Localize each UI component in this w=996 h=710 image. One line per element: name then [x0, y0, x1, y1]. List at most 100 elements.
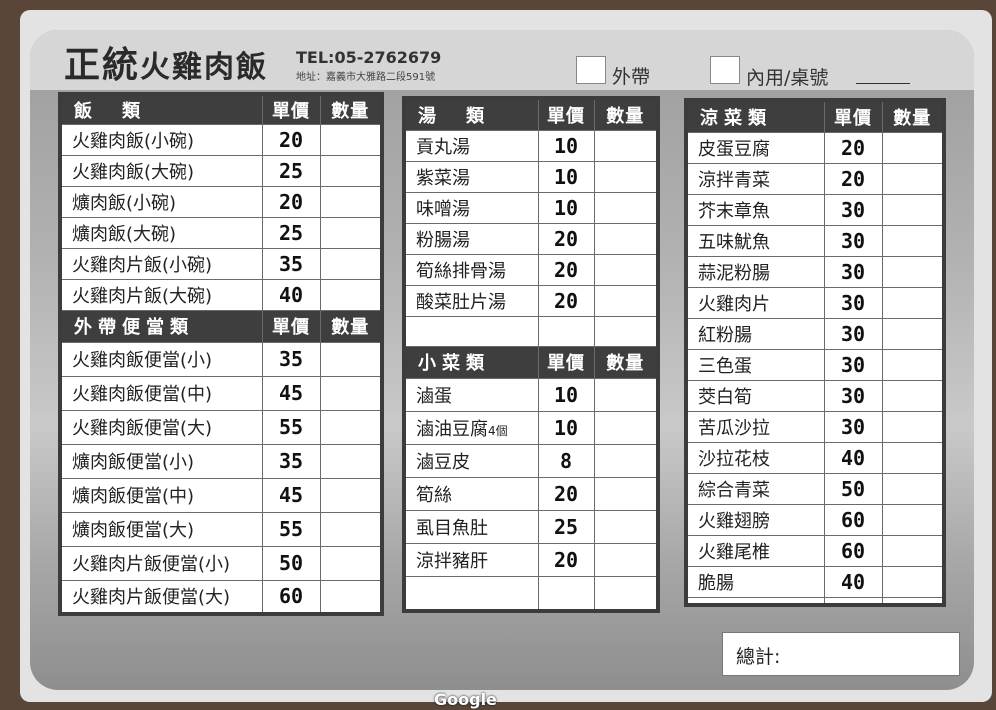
- item-price: 50: [261, 545, 321, 581]
- quantity-cell[interactable]: [319, 477, 383, 513]
- blank-cell: [403, 315, 539, 347]
- blank-cell[interactable]: [881, 596, 945, 606]
- quantity-cell[interactable]: [319, 216, 383, 249]
- quantity-cell[interactable]: [319, 409, 383, 445]
- section-title: 小菜類: [403, 345, 539, 379]
- blank-cell[interactable]: [593, 315, 659, 347]
- quantity-cell[interactable]: [881, 317, 945, 350]
- menu-item-row: 五味魷魚 30: [685, 224, 945, 257]
- quantity-cell[interactable]: [881, 379, 945, 412]
- item-name: 火雞肉飯便當(大): [59, 409, 263, 445]
- item-name: 火雞肉片飯(小碗): [59, 247, 263, 280]
- shop-phone: TEL:05-2762679: [296, 48, 442, 67]
- item-price: 20: [537, 476, 595, 511]
- item-name: 皮蛋豆腐: [685, 131, 825, 164]
- quantity-cell[interactable]: [593, 377, 659, 412]
- item-name-text: 滷豆皮: [416, 451, 470, 473]
- item-name-text: 滷油豆腐: [416, 418, 488, 440]
- menu-item-row: 爌肉飯(大碗) 25: [59, 216, 383, 249]
- item-price: 20: [823, 131, 883, 164]
- quantity-cell[interactable]: [319, 185, 383, 218]
- item-name-text: 紅粉腸: [698, 324, 752, 346]
- item-price: 55: [261, 409, 321, 445]
- quantity-cell[interactable]: [319, 154, 383, 187]
- item-price: 30: [823, 317, 883, 350]
- quantity-cell[interactable]: [881, 255, 945, 288]
- quantity-column-header: 數量: [881, 99, 945, 133]
- quantity-cell[interactable]: [593, 284, 659, 317]
- quantity-cell[interactable]: [593, 253, 659, 286]
- item-price: 55: [261, 511, 321, 547]
- item-name-text: 皮蛋豆腐: [698, 138, 770, 160]
- item-name: 三色蛋: [685, 348, 825, 381]
- item-name: 筍絲排骨湯: [403, 253, 539, 286]
- quantity-cell[interactable]: [593, 476, 659, 511]
- quantity-cell[interactable]: [881, 131, 945, 164]
- quantity-cell[interactable]: [319, 123, 383, 156]
- item-name: 爌肉飯(大碗): [59, 216, 263, 249]
- blank-cell: [685, 596, 825, 606]
- quantity-column-header: 數量: [593, 345, 659, 379]
- menu-item-row: 火雞肉飯便當(大) 55: [59, 409, 383, 445]
- menu-item-row: 苦瓜沙拉 30: [685, 410, 945, 443]
- quantity-cell[interactable]: [319, 545, 383, 581]
- quantity-cell[interactable]: [593, 222, 659, 255]
- quantity-cell[interactable]: [881, 503, 945, 536]
- item-name-text: 五味魷魚: [698, 231, 770, 253]
- quantity-cell[interactable]: [593, 191, 659, 224]
- quantity-cell[interactable]: [593, 443, 659, 478]
- menu-item-row: 爌肉飯(小碗) 20: [59, 185, 383, 218]
- item-price: 10: [537, 160, 595, 193]
- menu-item-row: 滷豆皮 8: [403, 443, 659, 478]
- quantity-cell[interactable]: [319, 511, 383, 547]
- item-name: 火雞肉片飯(大碗): [59, 278, 263, 311]
- quantity-cell[interactable]: [881, 565, 945, 598]
- quantity-cell[interactable]: [881, 193, 945, 226]
- quantity-cell[interactable]: [319, 579, 383, 615]
- rice-table: 飯 類單價 數量 火雞肉飯(小碗) 20 火雞肉飯(大碗) 25 爌肉飯(小碗) 20 爌肉飯(…: [58, 92, 384, 616]
- item-name: 火雞翅膀: [685, 503, 825, 536]
- menu-item-row: 火雞肉片飯(大碗) 40: [59, 278, 383, 311]
- item-price: 25: [261, 216, 321, 249]
- quantity-cell[interactable]: [881, 472, 945, 505]
- item-name-text: 火雞肉片飯(大碗): [72, 285, 213, 307]
- blank-cell: [537, 575, 595, 612]
- quantity-cell[interactable]: [319, 443, 383, 479]
- quantity-cell[interactable]: [881, 162, 945, 195]
- menu-item-row: 脆腸 40: [685, 565, 945, 598]
- quantity-cell[interactable]: [593, 410, 659, 445]
- menu-item-row: 筍絲 20: [403, 476, 659, 511]
- menu-item-row: 火雞肉飯便當(小) 35: [59, 341, 383, 377]
- quantity-cell[interactable]: [881, 286, 945, 319]
- quantity-cell[interactable]: [593, 129, 659, 162]
- quantity-cell[interactable]: [593, 509, 659, 544]
- item-price: 30: [823, 224, 883, 257]
- item-price: 45: [261, 477, 321, 513]
- blank-cell[interactable]: [593, 575, 659, 612]
- quantity-cell[interactable]: [593, 160, 659, 193]
- quantity-cell[interactable]: [319, 341, 383, 377]
- takeout-checkbox[interactable]: [576, 56, 606, 84]
- dinein-checkbox[interactable]: [710, 56, 740, 84]
- section-title: 湯 類: [403, 97, 539, 131]
- quantity-cell[interactable]: [319, 278, 383, 311]
- item-name: 火雞肉飯(大碗): [59, 154, 263, 187]
- quantity-cell[interactable]: [319, 375, 383, 411]
- item-name-text: 紫菜湯: [416, 167, 470, 189]
- section-header-bento: 外帶便當類 單價 數量: [59, 309, 383, 343]
- item-price: 40: [261, 278, 321, 311]
- quantity-cell[interactable]: [593, 542, 659, 577]
- quantity-cell[interactable]: [881, 348, 945, 381]
- quantity-cell[interactable]: [881, 224, 945, 257]
- shop-title: 正統火雞肉飯: [64, 36, 268, 88]
- cold-dish-table: 涼菜類 單價 數量 皮蛋豆腐 20 涼拌青菜 20 芥末章魚 30 五味魷魚 30 蒜泥粉腸 30 火雞肉…: [684, 98, 946, 607]
- quantity-cell[interactable]: [319, 247, 383, 280]
- item-price: 35: [261, 341, 321, 377]
- blank-row: [403, 315, 659, 347]
- quantity-cell[interactable]: [881, 534, 945, 567]
- quantity-cell[interactable]: [881, 441, 945, 474]
- item-name-text: 火雞肉片飯(小碗): [72, 254, 213, 276]
- quantity-cell[interactable]: [881, 410, 945, 443]
- menu-item-row: 滷蛋 10: [403, 377, 659, 412]
- item-name-text: 爌肉飯(小碗): [72, 192, 177, 214]
